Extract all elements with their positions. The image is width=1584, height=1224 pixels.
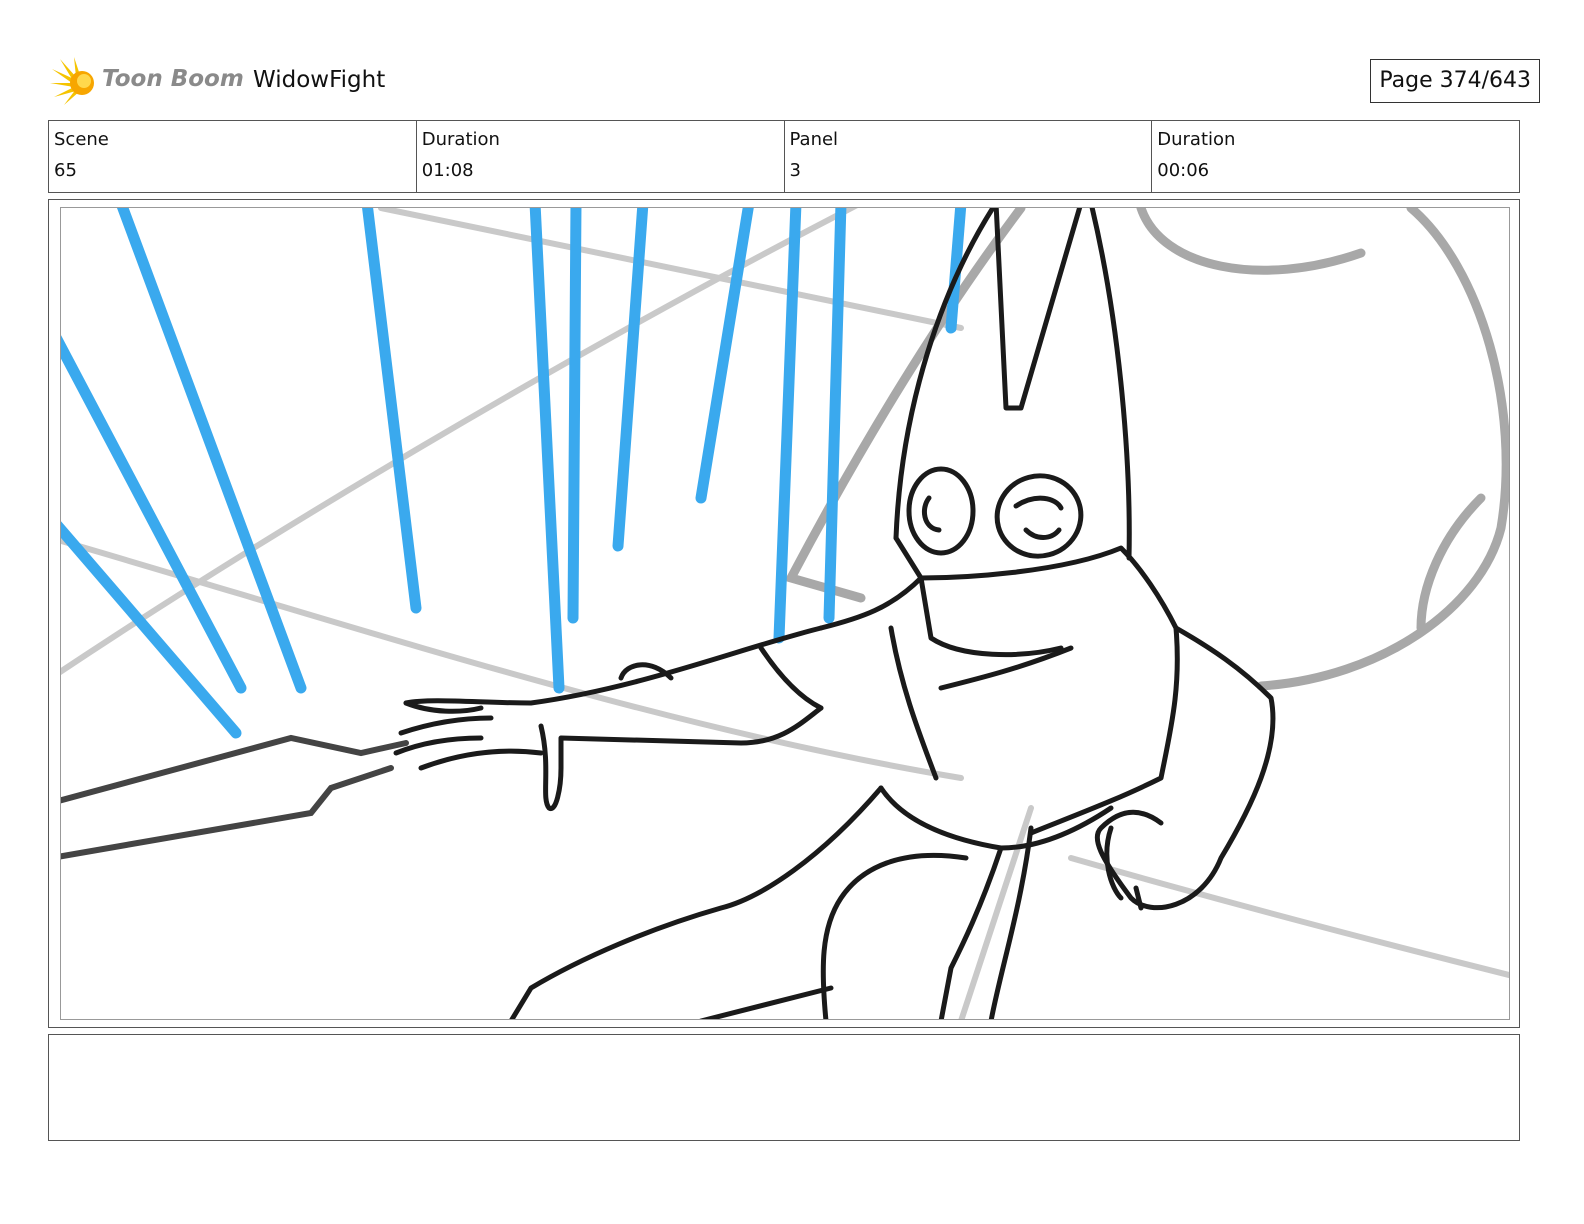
blade — [61, 734, 409, 860]
panel-cell: Panel 3 — [785, 121, 1153, 192]
project-title: WidowFight — [253, 67, 386, 93]
scene-value: 65 — [54, 160, 77, 181]
storyboard-sketch — [61, 208, 1509, 1019]
panel-duration-label: Duration — [1157, 129, 1236, 150]
scene-duration-cell: Duration 01:08 — [417, 121, 785, 192]
panel-duration-cell: Duration 00:06 — [1152, 121, 1519, 192]
panel-notes — [48, 1034, 1520, 1141]
scene-cell: Scene 65 — [49, 121, 417, 192]
page-indicator: Page 374/643 — [1370, 59, 1540, 103]
panel-drawing — [60, 207, 1510, 1020]
scene-label: Scene — [54, 129, 109, 150]
scene-duration-value: 01:08 — [421, 160, 474, 181]
toon-boom-logo: Toon Boom — [50, 57, 250, 107]
scene-duration-label: Duration — [421, 129, 500, 150]
starburst-icon — [50, 57, 94, 105]
panel-duration-value: 00:06 — [1157, 160, 1210, 181]
speed-lines — [61, 208, 967, 739]
storyboard-header: Toon Boom WidowFight Page 374/643 — [50, 55, 1540, 110]
gray-shape — [784, 208, 1509, 691]
panel-frame — [48, 199, 1520, 1028]
panel-label: Panel — [789, 129, 839, 150]
logo-text: Toon Boom — [102, 66, 244, 92]
panel-value: 3 — [789, 160, 801, 181]
panel-info-table: Scene 65 Duration 01:08 Panel 3 Duration… — [48, 120, 1520, 193]
